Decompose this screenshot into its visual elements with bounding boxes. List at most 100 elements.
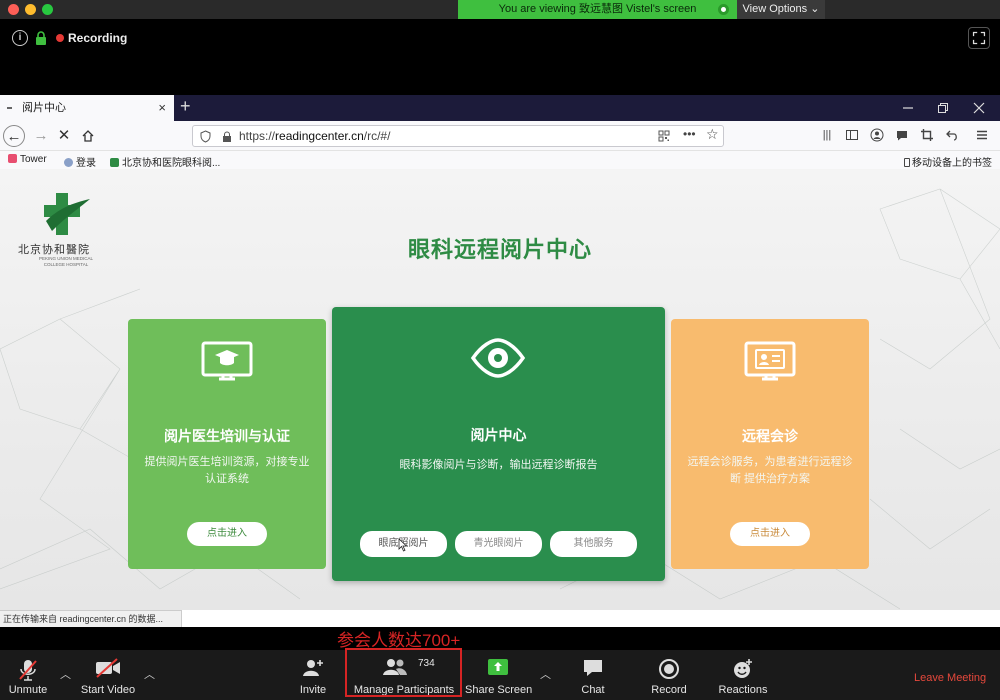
reactions-label: Reactions: [718, 684, 768, 696]
consultation-card-desc: 远程会诊服务，为患者进行远程诊断 提供治疗方案: [687, 456, 853, 485]
minimize-icon[interactable]: [902, 102, 914, 114]
other-services-button[interactable]: 其他服务: [550, 531, 637, 557]
reading-center-card[interactable]: 阅片中心 眼科影像阅片与诊断，输出远程诊断报告 眼底照阅片 青光眼阅片 其他服务: [332, 307, 665, 581]
annotation-highlight-box: [345, 648, 462, 697]
stop-icon[interactable]: ✕: [53, 125, 75, 147]
bookmark-pumch-label: 北京协和医院眼科阅...: [122, 158, 221, 169]
eye-icon: [470, 338, 526, 378]
consultation-card[interactable]: 远程会诊 远程会诊服务，为患者进行远程诊断 提供治疗方案 点击进入: [671, 319, 869, 569]
account-icon[interactable]: [870, 128, 884, 142]
recording-indicator-icon: [56, 34, 64, 42]
lock-icon: [36, 31, 46, 45]
zoom-top-area: [0, 19, 1000, 95]
page-title: 眼科远程阅片中心: [407, 237, 592, 262]
smiley-plus-icon: [734, 659, 752, 678]
training-enter-button[interactable]: 点击进入: [187, 522, 267, 546]
audio-options-chevron-icon[interactable]: ︿: [60, 666, 71, 682]
zoom-window-button[interactable]: [42, 4, 53, 15]
url-host: readingcenter.cn: [275, 129, 364, 143]
chat-label: Chat: [581, 684, 605, 696]
reactions-button[interactable]: Reactions: [714, 650, 772, 700]
mobile-bookmarks-label: 移动设备上的书签: [912, 158, 992, 169]
page-content: 北京协和醫院 PEKING UNION MEDICAL COLLEGE HOSP…: [0, 169, 1000, 610]
microphone-muted-icon: [19, 660, 37, 681]
restore-icon[interactable]: [937, 102, 949, 114]
bookmarks-bar: Tower 登录 北京协和医院眼科阅... 移动设备上的书签: [0, 151, 1000, 169]
url-path: /rc/#/: [363, 129, 391, 143]
unmute-button[interactable]: Unmute: [4, 650, 52, 700]
leave-meeting-button[interactable]: Leave Meeting: [914, 672, 986, 684]
back-icon[interactable]: ←: [3, 125, 25, 147]
bookmark-tower[interactable]: Tower: [8, 154, 47, 165]
bookmark-login[interactable]: 登录: [64, 154, 96, 169]
invite-label: Invite: [299, 684, 327, 696]
tab-reading-center[interactable]: 阅片中心 ×: [0, 95, 174, 121]
close-window-button[interactable]: [8, 4, 19, 15]
training-card-desc: 提供阅片医生培训资源，对接专业 认证系统: [144, 456, 310, 485]
url-bar[interactable]: https://readingcenter.cn/rc/#/ ••• ☆: [192, 125, 724, 147]
share-screen-icon: [488, 659, 508, 675]
menu-icon[interactable]: [975, 128, 989, 142]
record-button[interactable]: Record: [648, 650, 690, 700]
view-options-button[interactable]: View Options ⌄: [737, 0, 825, 19]
close-icon[interactable]: [973, 102, 985, 114]
url-text[interactable]: https://readingcenter.cn/rc/#/: [239, 126, 390, 147]
reading-center-card-desc: 眼科影像阅片与诊断，输出远程诊断报告: [399, 459, 598, 471]
window-title-bar: You are viewing 致远慧图 Vistel's screen Vie…: [0, 0, 1000, 19]
share-banner-text: You are viewing 致远慧图 Vistel's screen: [498, 3, 697, 15]
tab-close-icon[interactable]: ×: [158, 95, 166, 121]
view-options-label: View Options: [742, 3, 808, 15]
video-options-chevron-icon[interactable]: ︿: [144, 666, 155, 682]
shield-icon: [200, 130, 211, 143]
share-status-icon: [718, 4, 729, 15]
crop-icon[interactable]: [920, 128, 934, 142]
bookmark-tower-label: Tower: [20, 154, 47, 165]
mobile-bookmarks[interactable]: 移动设备上的书签: [904, 154, 992, 169]
share-banner: You are viewing 致远慧图 Vistel's screen: [458, 0, 737, 19]
training-card[interactable]: 阅片医生培训与认证 提供阅片医生培训资源，对接专业 认证系统 点击进入: [128, 319, 326, 569]
login-icon: [64, 158, 73, 167]
chat-icon[interactable]: [895, 128, 909, 142]
sidebar-icon[interactable]: [845, 128, 859, 142]
pumch-icon: [110, 158, 119, 167]
library-icon[interactable]: |||: [820, 128, 834, 142]
tab-title: 阅片中心: [22, 102, 66, 114]
share-screen-button[interactable]: Share Screen: [465, 650, 533, 700]
minimize-window-button[interactable]: [25, 4, 36, 15]
bookmark-pumch[interactable]: 北京协和医院眼科阅...: [110, 154, 220, 169]
hospital-cross-icon: [44, 193, 90, 235]
star-icon[interactable]: ☆: [706, 126, 719, 143]
consultation-enter-button[interactable]: 点击进入: [730, 522, 810, 546]
start-video-button[interactable]: Start Video: [78, 650, 138, 700]
glaucoma-reading-button[interactable]: 青光眼阅片: [455, 531, 542, 557]
record-icon: [659, 659, 679, 679]
qr-icon[interactable]: [658, 130, 670, 142]
navigation-bar: ← → ✕ https://readingcenter.cn/rc/#/ •••…: [0, 121, 1000, 151]
chat-button[interactable]: Chat: [575, 650, 611, 700]
tower-icon: [8, 154, 17, 163]
more-icon[interactable]: •••: [683, 127, 696, 141]
recording-label: Recording: [68, 31, 128, 45]
invite-button[interactable]: Invite: [294, 650, 332, 700]
consultation-card-title: 远程会诊: [742, 428, 798, 444]
browser-status-bar: 正在传输来自 readingcenter.cn 的数据...: [0, 610, 182, 627]
fullscreen-icon[interactable]: [968, 27, 990, 49]
monitor-graduation-icon: [201, 341, 253, 381]
browser-window: 阅片中心 × + ← → ✕ https://readingcenter.cn/…: [0, 95, 1000, 627]
share-screen-label: Share Screen: [465, 684, 533, 696]
mouse-cursor-icon: [398, 538, 408, 552]
tab-favicon-icon: [7, 107, 12, 109]
info-icon[interactable]: i: [12, 30, 28, 46]
forward-icon[interactable]: →: [30, 125, 52, 147]
home-icon[interactable]: [81, 129, 95, 143]
training-card-title: 阅片医生培训与认证: [164, 428, 290, 444]
tab-bar: 阅片中心 × +: [0, 95, 1000, 121]
monitor-id-card-icon: [744, 341, 796, 381]
undo-icon[interactable]: [945, 128, 959, 142]
new-tab-button[interactable]: +: [180, 96, 191, 117]
mobile-icon: [904, 158, 910, 167]
share-options-chevron-icon[interactable]: ︿: [540, 666, 551, 682]
unmute-label: Unmute: [8, 684, 48, 696]
start-video-label: Start Video: [80, 684, 136, 696]
video-muted-icon: [96, 658, 120, 678]
